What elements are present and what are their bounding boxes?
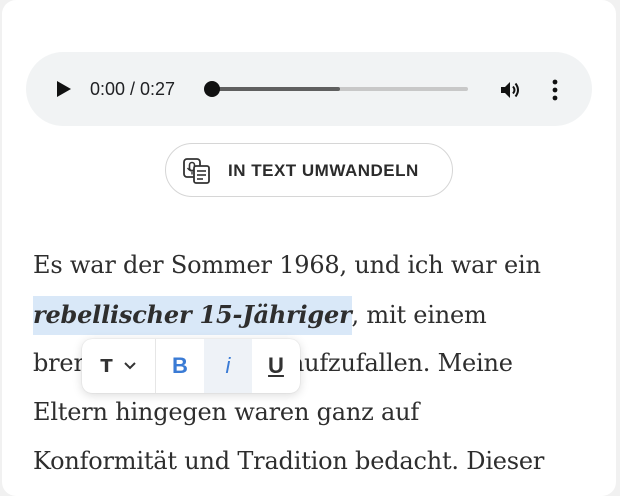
seek-slider[interactable]: [204, 81, 468, 97]
italic-button[interactable]: i: [204, 339, 252, 393]
audio-player: 0:00 / 0:27: [26, 52, 592, 126]
more-vert-icon[interactable]: [546, 77, 564, 103]
convert-button-label: IN TEXT UMWANDELN: [228, 161, 419, 180]
text-fragment: bren: [33, 349, 89, 377]
text-type-label: T: [100, 355, 113, 377]
seek-thumb[interactable]: [204, 81, 220, 97]
text-type-dropdown[interactable]: T: [82, 339, 156, 393]
buffered-bar: [212, 87, 340, 91]
format-toolbar: T B i U: [82, 339, 300, 393]
text-line: Konformität und Tradition bedacht. Diese…: [33, 447, 545, 475]
article-card: 0:00 / 0:27 IN TEXT UMWANDELN Es war der…: [2, 0, 616, 496]
time-display: 0:00 / 0:27: [90, 79, 176, 99]
text-line: rebellischer 15-Jähriger, mit einem: [33, 290, 593, 339]
text-line: Es war der Sommer 1968, und ich war ein: [33, 251, 541, 279]
underline-button[interactable]: U: [252, 339, 300, 393]
text-fragment: , mit einem: [351, 301, 487, 329]
convert-to-text-button[interactable]: IN TEXT UMWANDELN: [165, 143, 453, 197]
chevron-down-icon: [123, 362, 136, 370]
speech-to-text-icon: [183, 158, 210, 184]
bold-button[interactable]: B: [156, 339, 204, 393]
selected-text[interactable]: rebellischer 15-Jähriger: [33, 296, 352, 335]
text-fragment: t, aufzufallen. Meine: [265, 349, 513, 377]
play-icon[interactable]: [52, 78, 74, 100]
volume-icon[interactable]: [498, 78, 522, 102]
text-line: Eltern hingegen waren ganz auf: [33, 398, 420, 426]
